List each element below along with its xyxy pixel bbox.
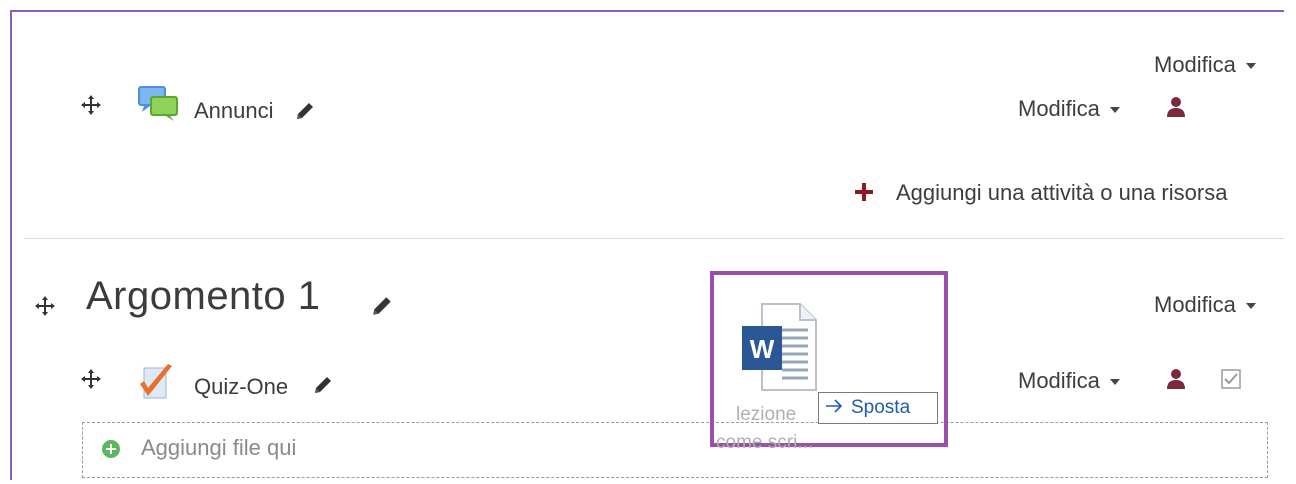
activity-quiz-name: Quiz-One xyxy=(194,374,289,399)
activity-quiz-edit-menu[interactable]: Modifica xyxy=(1018,368,1120,394)
user-icon[interactable] xyxy=(1166,368,1186,395)
move-icon[interactable] xyxy=(80,94,102,121)
user-icon[interactable] xyxy=(1166,96,1186,123)
move-tooltip-label: Sposta xyxy=(851,397,911,418)
pencil-icon[interactable] xyxy=(294,100,316,127)
chevron-down-icon xyxy=(1245,63,1256,70)
arrow-right-icon xyxy=(825,397,843,419)
section1-edit-menu[interactable]: Modifica xyxy=(1154,292,1256,318)
section-divider xyxy=(24,238,1284,239)
quiz-icon xyxy=(138,362,182,407)
pencil-icon[interactable] xyxy=(370,294,394,323)
dragged-file-name-line2: come scri... xyxy=(716,432,814,453)
activity-quiz-link[interactable]: Quiz-One xyxy=(194,374,288,400)
pencil-icon[interactable] xyxy=(312,374,334,401)
move-icon[interactable] xyxy=(34,295,56,322)
section0-edit-label: Modifica xyxy=(1154,52,1236,77)
svg-text:W: W xyxy=(750,334,775,364)
section1-edit-label: Modifica xyxy=(1154,292,1236,317)
file-dropzone[interactable]: Aggiungi file qui xyxy=(82,422,1268,478)
section-title[interactable]: Argomento 1 xyxy=(86,274,321,319)
move-icon[interactable] xyxy=(80,368,102,395)
move-tooltip: Sposta xyxy=(818,392,938,424)
activity-quiz-edit-label: Modifica xyxy=(1018,368,1100,393)
dropzone-label: Aggiungi file qui xyxy=(141,435,297,460)
activity-annunci-edit-menu[interactable]: Modifica xyxy=(1018,96,1120,122)
add-activity-link[interactable]: Aggiungi una attività o una risorsa xyxy=(896,180,1227,206)
activity-annunci-name: Annunci xyxy=(194,98,274,123)
word-document-icon[interactable]: W xyxy=(738,302,818,397)
forum-icon xyxy=(136,84,180,127)
add-file-icon xyxy=(101,439,121,464)
dragged-file-name-line1: lezione xyxy=(736,404,797,425)
activity-annunci-edit-label: Modifica xyxy=(1018,96,1100,121)
course-content: Modifica Annunci Modifica Aggiungi una a… xyxy=(10,10,1284,480)
chevron-down-icon xyxy=(1109,379,1120,386)
section0-edit-menu[interactable]: Modifica xyxy=(1154,52,1256,78)
chevron-down-icon xyxy=(1245,303,1256,310)
activity-annunci-link[interactable]: Annunci xyxy=(194,98,274,124)
chevron-down-icon xyxy=(1109,107,1120,114)
completion-checkbox-icon[interactable] xyxy=(1220,368,1242,395)
plus-icon[interactable] xyxy=(854,182,874,207)
